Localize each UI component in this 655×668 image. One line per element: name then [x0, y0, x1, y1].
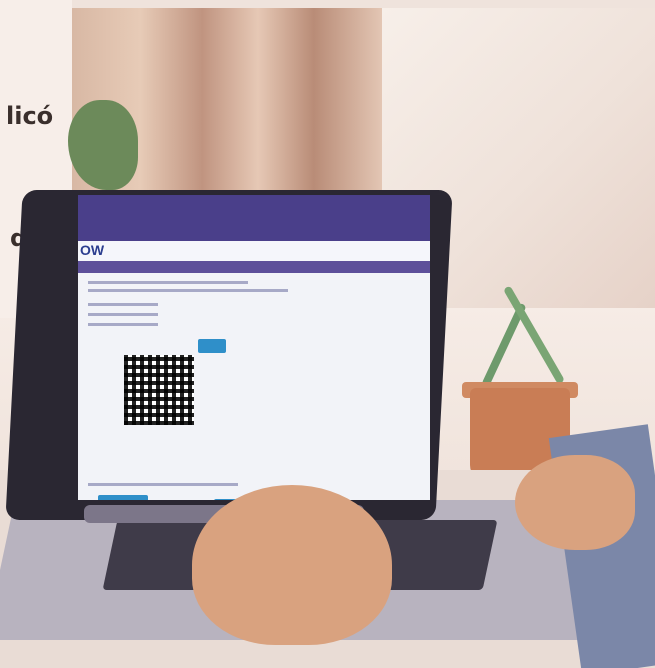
right-hand	[515, 455, 635, 550]
screen-top-bar	[78, 195, 430, 241]
laptop-screen-content: OW	[78, 195, 430, 500]
screen-button	[198, 339, 226, 353]
screen-text-line	[88, 483, 238, 486]
screen-text-line	[88, 323, 158, 326]
screen-nav-bar	[78, 241, 430, 261]
text-fragment-1: licó	[6, 102, 54, 130]
screen-text-line	[88, 303, 158, 306]
screen-text-line	[88, 313, 158, 316]
screen-section-bar	[78, 261, 430, 273]
qr-code	[124, 355, 194, 425]
left-hand	[192, 485, 392, 645]
screen-logo: OW	[80, 242, 105, 258]
screen-text-line	[88, 281, 248, 284]
screen-button	[98, 495, 148, 500]
photo-stage: licó de OW	[0, 0, 655, 668]
screen-text-line	[88, 289, 288, 292]
